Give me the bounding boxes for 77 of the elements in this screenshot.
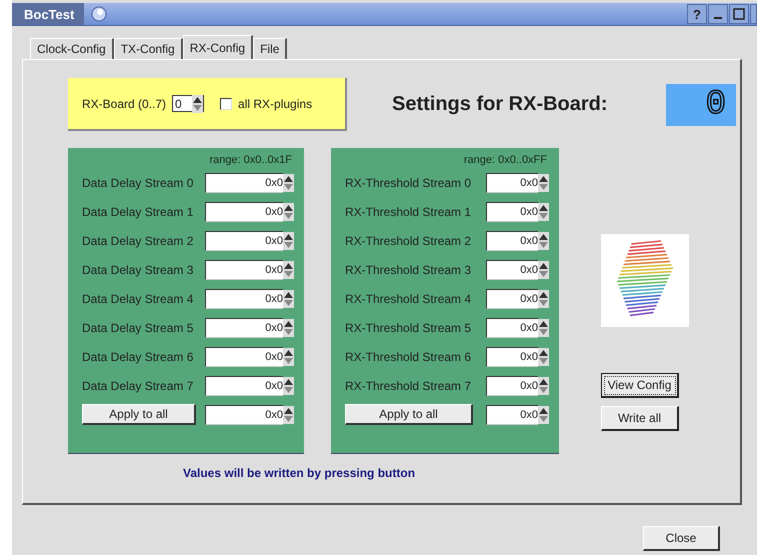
- side-button[interactable]: View Config: [601, 373, 679, 398]
- hex-input-field[interactable]: 0x0: [486, 260, 538, 280]
- maximize-button[interactable]: [729, 4, 749, 24]
- stream-label: RX-Threshold Stream 1: [345, 204, 472, 218]
- stream-label: Data Delay Stream 2: [82, 234, 194, 248]
- tab[interactable]: File: [253, 38, 288, 59]
- lcd-display: 0: [666, 84, 736, 126]
- settings-heading: Settings for RX-Board:: [392, 93, 608, 116]
- spinner-arrows-icon[interactable]: [538, 174, 549, 192]
- spinner-arrows-icon[interactable]: [538, 406, 549, 424]
- hex-input-field[interactable]: 0x0: [205, 318, 283, 338]
- all-plugins-label: all RX-plugins: [238, 96, 312, 110]
- spinner-arrows-icon[interactable]: [192, 94, 204, 112]
- tab[interactable]: TX-Config: [114, 38, 183, 59]
- spinner-arrows-icon[interactable]: [283, 348, 294, 366]
- spinner-arrows-icon[interactable]: [283, 290, 294, 308]
- stream-label: RX-Threshold Stream 5: [345, 320, 472, 334]
- hex-input-field[interactable]: 0x0: [205, 230, 283, 250]
- hex-input-field[interactable]: 0x0: [486, 230, 538, 250]
- spinner-arrows-icon[interactable]: [538, 202, 549, 220]
- stream-label: Data Delay Stream 1: [82, 204, 194, 218]
- spinner-arrows-icon[interactable]: [283, 376, 294, 394]
- hex-input-field[interactable]: 0x0: [205, 172, 283, 192]
- spinner-arrows-icon[interactable]: [538, 348, 549, 366]
- spinner-arrows-icon[interactable]: [538, 376, 549, 394]
- range-label: range: 0x0..0xFF: [464, 154, 547, 166]
- minimize-button[interactable]: [708, 4, 728, 24]
- hex-input-field[interactable]: 0x0: [205, 404, 283, 424]
- stream-label: Data Delay Stream 5: [82, 320, 194, 334]
- tab[interactable]: RX-Config: [182, 35, 254, 59]
- hex-input-field[interactable]: 0x0: [486, 376, 538, 396]
- hex-input-field[interactable]: 0x0: [486, 404, 538, 424]
- range-label: range: 0x0..0x1F: [209, 154, 292, 166]
- apply-to-all-button[interactable]: Apply to all: [345, 404, 473, 425]
- spinner-arrows-icon[interactable]: [283, 318, 294, 336]
- stream-label: Data Delay Stream 3: [82, 262, 194, 276]
- spinner-arrows-icon[interactable]: [538, 232, 549, 250]
- stream-label: RX-Threshold Stream 3: [345, 262, 472, 276]
- hex-input-field[interactable]: 0x0: [205, 260, 283, 280]
- hex-input-field[interactable]: 0x0: [205, 202, 283, 222]
- spinner-arrows-icon[interactable]: [283, 260, 294, 278]
- stream-label: RX-Threshold Stream 6: [345, 350, 472, 364]
- hex-input-field[interactable]: 0x0: [486, 202, 538, 222]
- minimize-icon: [714, 17, 722, 19]
- window-title: BocTest: [12, 3, 84, 25]
- all-plugins-checkbox[interactable]: [220, 98, 232, 110]
- spinner-arrows-icon[interactable]: [283, 232, 294, 250]
- tab[interactable]: Clock-Config: [30, 38, 114, 59]
- spinner-arrows-icon[interactable]: [538, 290, 549, 308]
- stream-label: Data Delay Stream 4: [82, 292, 194, 306]
- spinner-arrows-icon[interactable]: [538, 260, 549, 278]
- hex-input-field[interactable]: 0x0: [486, 172, 538, 192]
- hex-input-field[interactable]: 0x0: [486, 346, 538, 366]
- apply-to-all-button[interactable]: Apply to all: [82, 404, 196, 425]
- hex-input-field[interactable]: 0x0: [486, 288, 538, 308]
- stream-label: RX-Threshold Stream 0: [345, 176, 472, 190]
- stream-label: Data Delay Stream 6: [82, 350, 194, 364]
- board-label: RX-Board (0..7): [82, 96, 166, 110]
- stream-label: RX-Threshold Stream 2: [345, 234, 472, 248]
- stream-label: Data Delay Stream 0: [82, 176, 194, 190]
- spinner-arrows-icon[interactable]: [283, 174, 294, 192]
- help-button[interactable]: ?: [687, 4, 707, 24]
- close-button[interactable]: Close: [643, 526, 720, 551]
- maximize-icon: [733, 8, 745, 20]
- spinner-arrows-icon[interactable]: [538, 318, 549, 336]
- side-button[interactable]: Write all: [601, 406, 679, 431]
- hex-input-field[interactable]: 0x0: [205, 376, 283, 396]
- spinner-arrows-icon[interactable]: [283, 406, 294, 424]
- info-note: Values will be written by pressing button: [183, 466, 416, 480]
- stream-label: RX-Threshold Stream 7: [345, 378, 472, 392]
- hex-input-field[interactable]: 0x0: [205, 346, 283, 366]
- board-spin-field[interactable]: 0: [172, 95, 204, 112]
- hex-input-field[interactable]: 0x0: [205, 288, 283, 308]
- stream-label: RX-Threshold Stream 4: [345, 292, 472, 306]
- spinner-arrows-icon[interactable]: [283, 202, 294, 220]
- stream-label: Data Delay Stream 7: [82, 378, 194, 392]
- hex-input-field[interactable]: 0x0: [486, 318, 538, 338]
